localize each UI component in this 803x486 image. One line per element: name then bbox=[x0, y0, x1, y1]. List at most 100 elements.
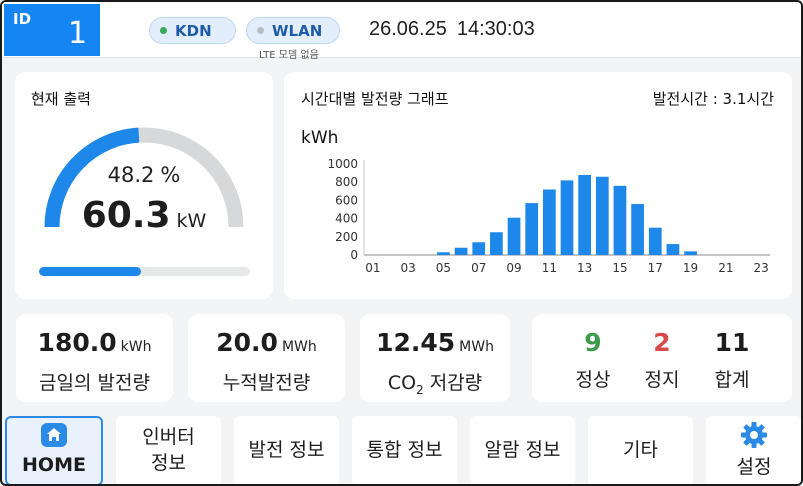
x-tick-label: 13 bbox=[577, 261, 592, 275]
nav-alarm-label: 알람 정보 bbox=[484, 439, 561, 462]
screen-frame: ID 1 KDN WLAN LTE 모뎀 없음 26.06.25 14:30:03… bbox=[0, 0, 803, 486]
bar-hour-11 bbox=[542, 189, 556, 255]
bar-hour-13 bbox=[578, 174, 592, 255]
normal-value: 9 bbox=[584, 328, 602, 357]
stopped-count: 2 정지 bbox=[627, 328, 697, 392]
id-value: 1 bbox=[68, 16, 88, 51]
x-tick-label: 05 bbox=[436, 261, 451, 275]
nav-etc-button[interactable]: 기타 bbox=[588, 416, 693, 484]
current-output-title: 현재 출력 bbox=[31, 90, 91, 108]
status-dot-icon bbox=[257, 27, 264, 34]
bar-hour-14 bbox=[595, 176, 609, 255]
kdn-label: KDN bbox=[175, 21, 212, 40]
nav-generation-info-button[interactable]: 발전 정보 bbox=[234, 416, 339, 484]
y-tick-label: 200 bbox=[335, 230, 358, 244]
bar-hour-06 bbox=[454, 247, 468, 255]
output-percent: 48.2% bbox=[15, 163, 273, 187]
x-tick-label: 09 bbox=[506, 261, 521, 275]
wlan-status-badge: WLAN bbox=[246, 17, 340, 44]
normal-count: 9 정상 bbox=[558, 328, 628, 392]
bar-hour-07 bbox=[472, 242, 486, 255]
total-value: 11 bbox=[714, 328, 750, 357]
nav-home-label: HOME bbox=[22, 454, 86, 477]
bar-hour-15 bbox=[613, 185, 627, 255]
co2-reduction-label: CO2 저감량 bbox=[360, 368, 510, 397]
stopped-label: 정지 bbox=[644, 369, 680, 391]
inverter-status-card: 9 정상 2 정지 11 합계 bbox=[532, 314, 792, 402]
x-tick-label: 23 bbox=[754, 261, 769, 275]
current-output-card: 현재 출력 48.2% 60.3 kW bbox=[15, 72, 273, 299]
co2-rest-text: 저감량 bbox=[423, 372, 483, 394]
device-id-box: ID 1 bbox=[4, 4, 100, 56]
power-value: 60.3 bbox=[81, 195, 171, 236]
wlan-label: WLAN bbox=[272, 21, 323, 40]
bar-hour-08 bbox=[490, 232, 503, 255]
power-unit: kW bbox=[176, 210, 207, 232]
nav-inverter-line2: 정보 bbox=[151, 452, 186, 474]
cumulative-generation-unit: MWh bbox=[281, 339, 317, 355]
nav-generation-label: 발전 정보 bbox=[248, 439, 325, 462]
co2-subscript: 2 bbox=[416, 382, 424, 397]
x-tick-label: 07 bbox=[471, 261, 486, 275]
x-tick-label: 19 bbox=[683, 261, 698, 275]
nav-alarm-info-button[interactable]: 알람 정보 bbox=[470, 416, 575, 484]
kdn-status-badge: KDN bbox=[149, 17, 236, 44]
co2-reduction-unit: MWh bbox=[459, 339, 494, 355]
normal-label: 정상 bbox=[575, 369, 611, 391]
x-tick-label: 01 bbox=[365, 261, 380, 275]
home-icon bbox=[41, 423, 67, 448]
nav-integrated-label: 통합 정보 bbox=[366, 439, 443, 462]
nav-home-button[interactable]: HOME bbox=[5, 416, 103, 484]
datetime: 26.06.25 14:30:03 bbox=[369, 18, 545, 41]
bar-hour-18 bbox=[666, 244, 680, 255]
y-tick-label: 600 bbox=[335, 193, 358, 207]
x-tick-label: 11 bbox=[542, 261, 557, 275]
x-tick-label: 17 bbox=[648, 261, 663, 275]
output-progress-fill bbox=[39, 267, 141, 276]
output-progress-bar bbox=[39, 267, 250, 276]
bar-hour-17 bbox=[648, 227, 662, 255]
today-generation-unit: kWh bbox=[120, 339, 152, 355]
cumulative-generation-value: 20.0 bbox=[216, 328, 278, 357]
nav-etc-label: 기타 bbox=[623, 439, 658, 462]
today-generation-card: 180.0 kWh 금일의 발전량 bbox=[16, 314, 173, 402]
bar-hour-05 bbox=[437, 252, 450, 255]
total-count: 11 합계 bbox=[697, 328, 767, 392]
stopped-value: 2 bbox=[653, 328, 671, 357]
nav-inverter-label: 인버터 정보 bbox=[142, 425, 194, 476]
today-generation-value: 180.0 bbox=[37, 328, 117, 357]
date-text: 26.06.25 bbox=[369, 18, 447, 40]
top-bar: ID 1 KDN WLAN LTE 모뎀 없음 26.06.25 14:30:03 bbox=[2, 2, 801, 61]
co2-reduction-value: 12.45 bbox=[376, 328, 456, 357]
percent-unit: % bbox=[160, 163, 181, 187]
hourly-bar-chart: 0 200 400 600 800 1000 01 03 05 07 09 11 13 15 17 19 21 2… bbox=[327, 157, 770, 275]
nav-integrated-info-button[interactable]: 통합 정보 bbox=[352, 416, 457, 484]
output-power: 60.3 kW bbox=[15, 195, 273, 236]
today-generation-label: 금일의 발전량 bbox=[39, 372, 150, 394]
y-tick-label: 1000 bbox=[327, 157, 358, 171]
y-tick-label: 800 bbox=[335, 175, 358, 189]
nav-settings-label: 설정 bbox=[736, 456, 772, 479]
bar-hour-10 bbox=[525, 203, 539, 255]
nav-settings-button[interactable]: 설정 bbox=[706, 416, 801, 484]
x-tick-label: 15 bbox=[612, 261, 627, 275]
x-tick-label: 21 bbox=[718, 261, 733, 275]
co2-reduction-card: 12.45 MWh CO2 저감량 bbox=[360, 314, 510, 402]
total-label: 합계 bbox=[714, 369, 750, 391]
bar-hour-12 bbox=[560, 180, 574, 255]
id-label: ID bbox=[13, 10, 32, 28]
lte-modem-note: LTE 모뎀 없음 bbox=[259, 50, 319, 61]
x-tick-label: 03 bbox=[400, 261, 415, 275]
percent-value: 48.2 bbox=[107, 163, 155, 187]
bar-hour-16 bbox=[631, 204, 644, 255]
y-tick-label: 0 bbox=[350, 248, 358, 262]
nav-inverter-info-button[interactable]: 인버터 정보 bbox=[116, 416, 221, 484]
status-dot-icon bbox=[160, 27, 167, 34]
gear-icon bbox=[741, 422, 767, 449]
cumulative-generation-label: 누적발전량 bbox=[222, 372, 311, 394]
bar-hour-19 bbox=[684, 251, 697, 255]
time-text: 14:30:03 bbox=[456, 18, 535, 40]
bar-hour-09 bbox=[507, 217, 521, 255]
cumulative-generation-card: 20.0 MWh 누적발전량 bbox=[188, 314, 345, 402]
co2-text: CO bbox=[387, 372, 417, 394]
